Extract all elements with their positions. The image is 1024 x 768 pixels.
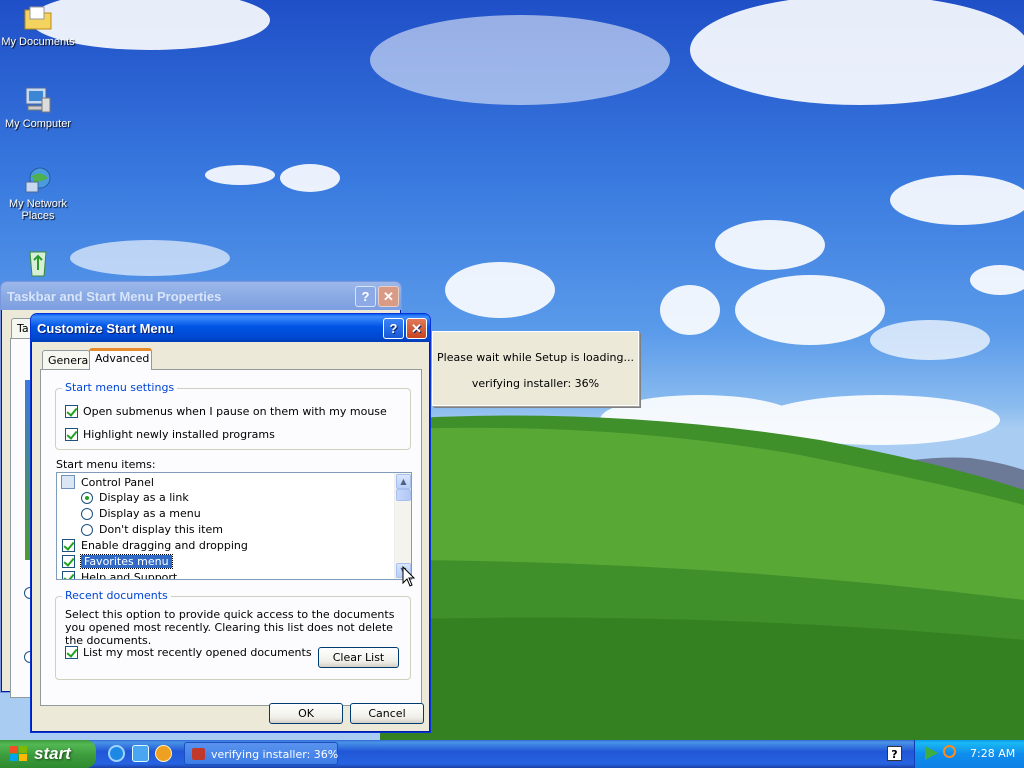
- help-button[interactable]: ?: [383, 318, 404, 339]
- tab-advanced[interactable]: Advanced: [89, 348, 152, 370]
- list-item-label: Help and Support: [81, 571, 178, 580]
- list-item-help-and-support[interactable]: Help and Support: [62, 571, 178, 580]
- tab-label: Ta: [17, 322, 29, 335]
- recycle-bin-icon: [22, 246, 54, 278]
- start-button[interactable]: start: [0, 740, 96, 768]
- list-recent-documents-checkbox[interactable]: List my most recently opened documents: [65, 646, 312, 659]
- control-panel-icon: [61, 475, 75, 489]
- desktop-icon-label: My Computer: [4, 118, 72, 130]
- internet-explorer-icon[interactable]: [108, 745, 125, 762]
- close-button[interactable]: ✕: [406, 318, 427, 339]
- start-menu-items-label: Start menu items:: [56, 458, 156, 471]
- task-button-setup[interactable]: verifying installer: 36%: [184, 742, 338, 765]
- tab-label: General: [48, 354, 92, 367]
- highlight-new-programs-checkbox[interactable]: Highlight newly installed programs: [65, 428, 275, 441]
- list-item-favorites-menu[interactable]: Favorites menu: [62, 554, 173, 569]
- clock[interactable]: 7:28 AM: [970, 747, 1015, 760]
- list-item-enable-dragging[interactable]: Enable dragging and dropping: [62, 539, 248, 552]
- desktop-icon-my-documents[interactable]: My Documents: [0, 2, 76, 48]
- checkbox-label: Highlight newly installed programs: [83, 428, 275, 441]
- desktop-icon-my-network-places[interactable]: My Network Places: [0, 164, 76, 222]
- network-globe-icon: [22, 164, 54, 196]
- radio-button[interactable]: [81, 523, 93, 536]
- group-title: Recent documents: [62, 589, 171, 602]
- checkbox-box[interactable]: [65, 405, 78, 418]
- checkbox-box[interactable]: [62, 555, 75, 568]
- list-item-label: Display as a menu: [99, 507, 201, 520]
- search-icon[interactable]: [943, 745, 956, 758]
- list-item-label: Display as a link: [99, 491, 189, 504]
- list-item-dont-display[interactable]: Don't display this item: [81, 523, 223, 536]
- network-status-icon[interactable]: [925, 746, 938, 760]
- desktop-icon-my-computer[interactable]: My Computer: [0, 84, 76, 130]
- ok-button[interactable]: OK: [269, 703, 343, 724]
- media-player-icon[interactable]: [155, 745, 172, 762]
- computer-icon: [22, 84, 54, 116]
- open-submenus-checkbox[interactable]: Open submenus when I pause on them with …: [65, 405, 387, 418]
- setup-loading-dialog: Please wait while Setup is loading... ve…: [432, 331, 639, 406]
- start-menu-settings-group: Start menu settings Open submenus when I…: [55, 381, 411, 450]
- close-button[interactable]: ✕: [378, 286, 399, 307]
- taskbar-properties-titlebar[interactable]: Taskbar and Start Menu Properties ? ✕: [1, 282, 401, 310]
- desktop-icon-label: My Network Places: [8, 198, 68, 222]
- start-menu-items-list[interactable]: Control Panel Display as a link Display …: [56, 472, 412, 580]
- windows-logo-icon: [10, 746, 27, 762]
- help-button[interactable]: ?: [355, 286, 376, 307]
- recent-documents-group: Recent documents Select this option to p…: [55, 589, 411, 680]
- checkbox-box[interactable]: [65, 646, 78, 659]
- checkbox-box[interactable]: [65, 428, 78, 441]
- list-item-display-as-menu[interactable]: Display as a menu: [81, 507, 201, 520]
- customize-start-menu-titlebar[interactable]: Customize Start Menu ? ✕: [31, 314, 430, 342]
- mouse-cursor-icon: [402, 566, 416, 587]
- checkbox-label: Open submenus when I pause on them with …: [83, 405, 387, 418]
- scroll-thumb[interactable]: [396, 489, 411, 501]
- checkbox-box[interactable]: [62, 539, 75, 552]
- list-item-control-panel: Control Panel: [61, 475, 154, 489]
- radio-button[interactable]: [81, 491, 93, 504]
- customize-start-menu-window[interactable]: Customize Start Menu ? ✕ General Advance…: [30, 313, 431, 733]
- list-item-label: Control Panel: [81, 475, 154, 489]
- help-icon[interactable]: ?: [887, 746, 902, 761]
- desktop-icon-label: My Documents: [1, 36, 75, 48]
- recent-documents-description: Select this option to provide quick acce…: [65, 608, 395, 647]
- list-item-label: Enable dragging and dropping: [81, 539, 248, 552]
- cancel-button[interactable]: Cancel: [350, 703, 424, 724]
- window-title: Customize Start Menu: [37, 321, 174, 336]
- radio-button[interactable]: [81, 507, 93, 520]
- group-title: Start menu settings: [62, 381, 178, 394]
- taskbar: start verifying installer: 36% ? 7:28 AM: [0, 740, 1024, 768]
- setup-loading-message: Please wait while Setup is loading...: [437, 351, 634, 364]
- list-item-label: Don't display this item: [99, 523, 223, 536]
- list-item-display-as-link[interactable]: Display as a link: [81, 491, 189, 504]
- tab-general[interactable]: General: [42, 350, 92, 370]
- list-item-label: Favorites menu: [80, 554, 173, 569]
- tab-label: Advanced: [95, 352, 150, 365]
- advanced-tab-panel: Start menu settings Open submenus when I…: [40, 369, 422, 706]
- scroll-up-button[interactable]: ▲: [396, 474, 411, 489]
- setup-task-icon: [192, 748, 205, 760]
- list-scrollbar[interactable]: ▲ ▼: [394, 473, 411, 579]
- checkbox-box[interactable]: [62, 571, 75, 579]
- start-label: start: [34, 744, 71, 763]
- folder-icon: [22, 2, 54, 34]
- desktop-icon-recycle-bin[interactable]: [0, 246, 76, 280]
- outlook-express-icon[interactable]: [132, 745, 149, 762]
- clear-list-button[interactable]: Clear List: [318, 647, 399, 668]
- window-title: Taskbar and Start Menu Properties: [7, 289, 222, 304]
- system-tray: 7:28 AM: [914, 740, 1024, 768]
- customize-start-menu-body: General Advanced Start menu settings Ope…: [34, 342, 427, 729]
- checkbox-label: List my most recently opened documents: [83, 646, 312, 659]
- task-button-label: verifying installer: 36%: [211, 748, 339, 761]
- setup-progress-text: verifying installer: 36%: [471, 377, 600, 390]
